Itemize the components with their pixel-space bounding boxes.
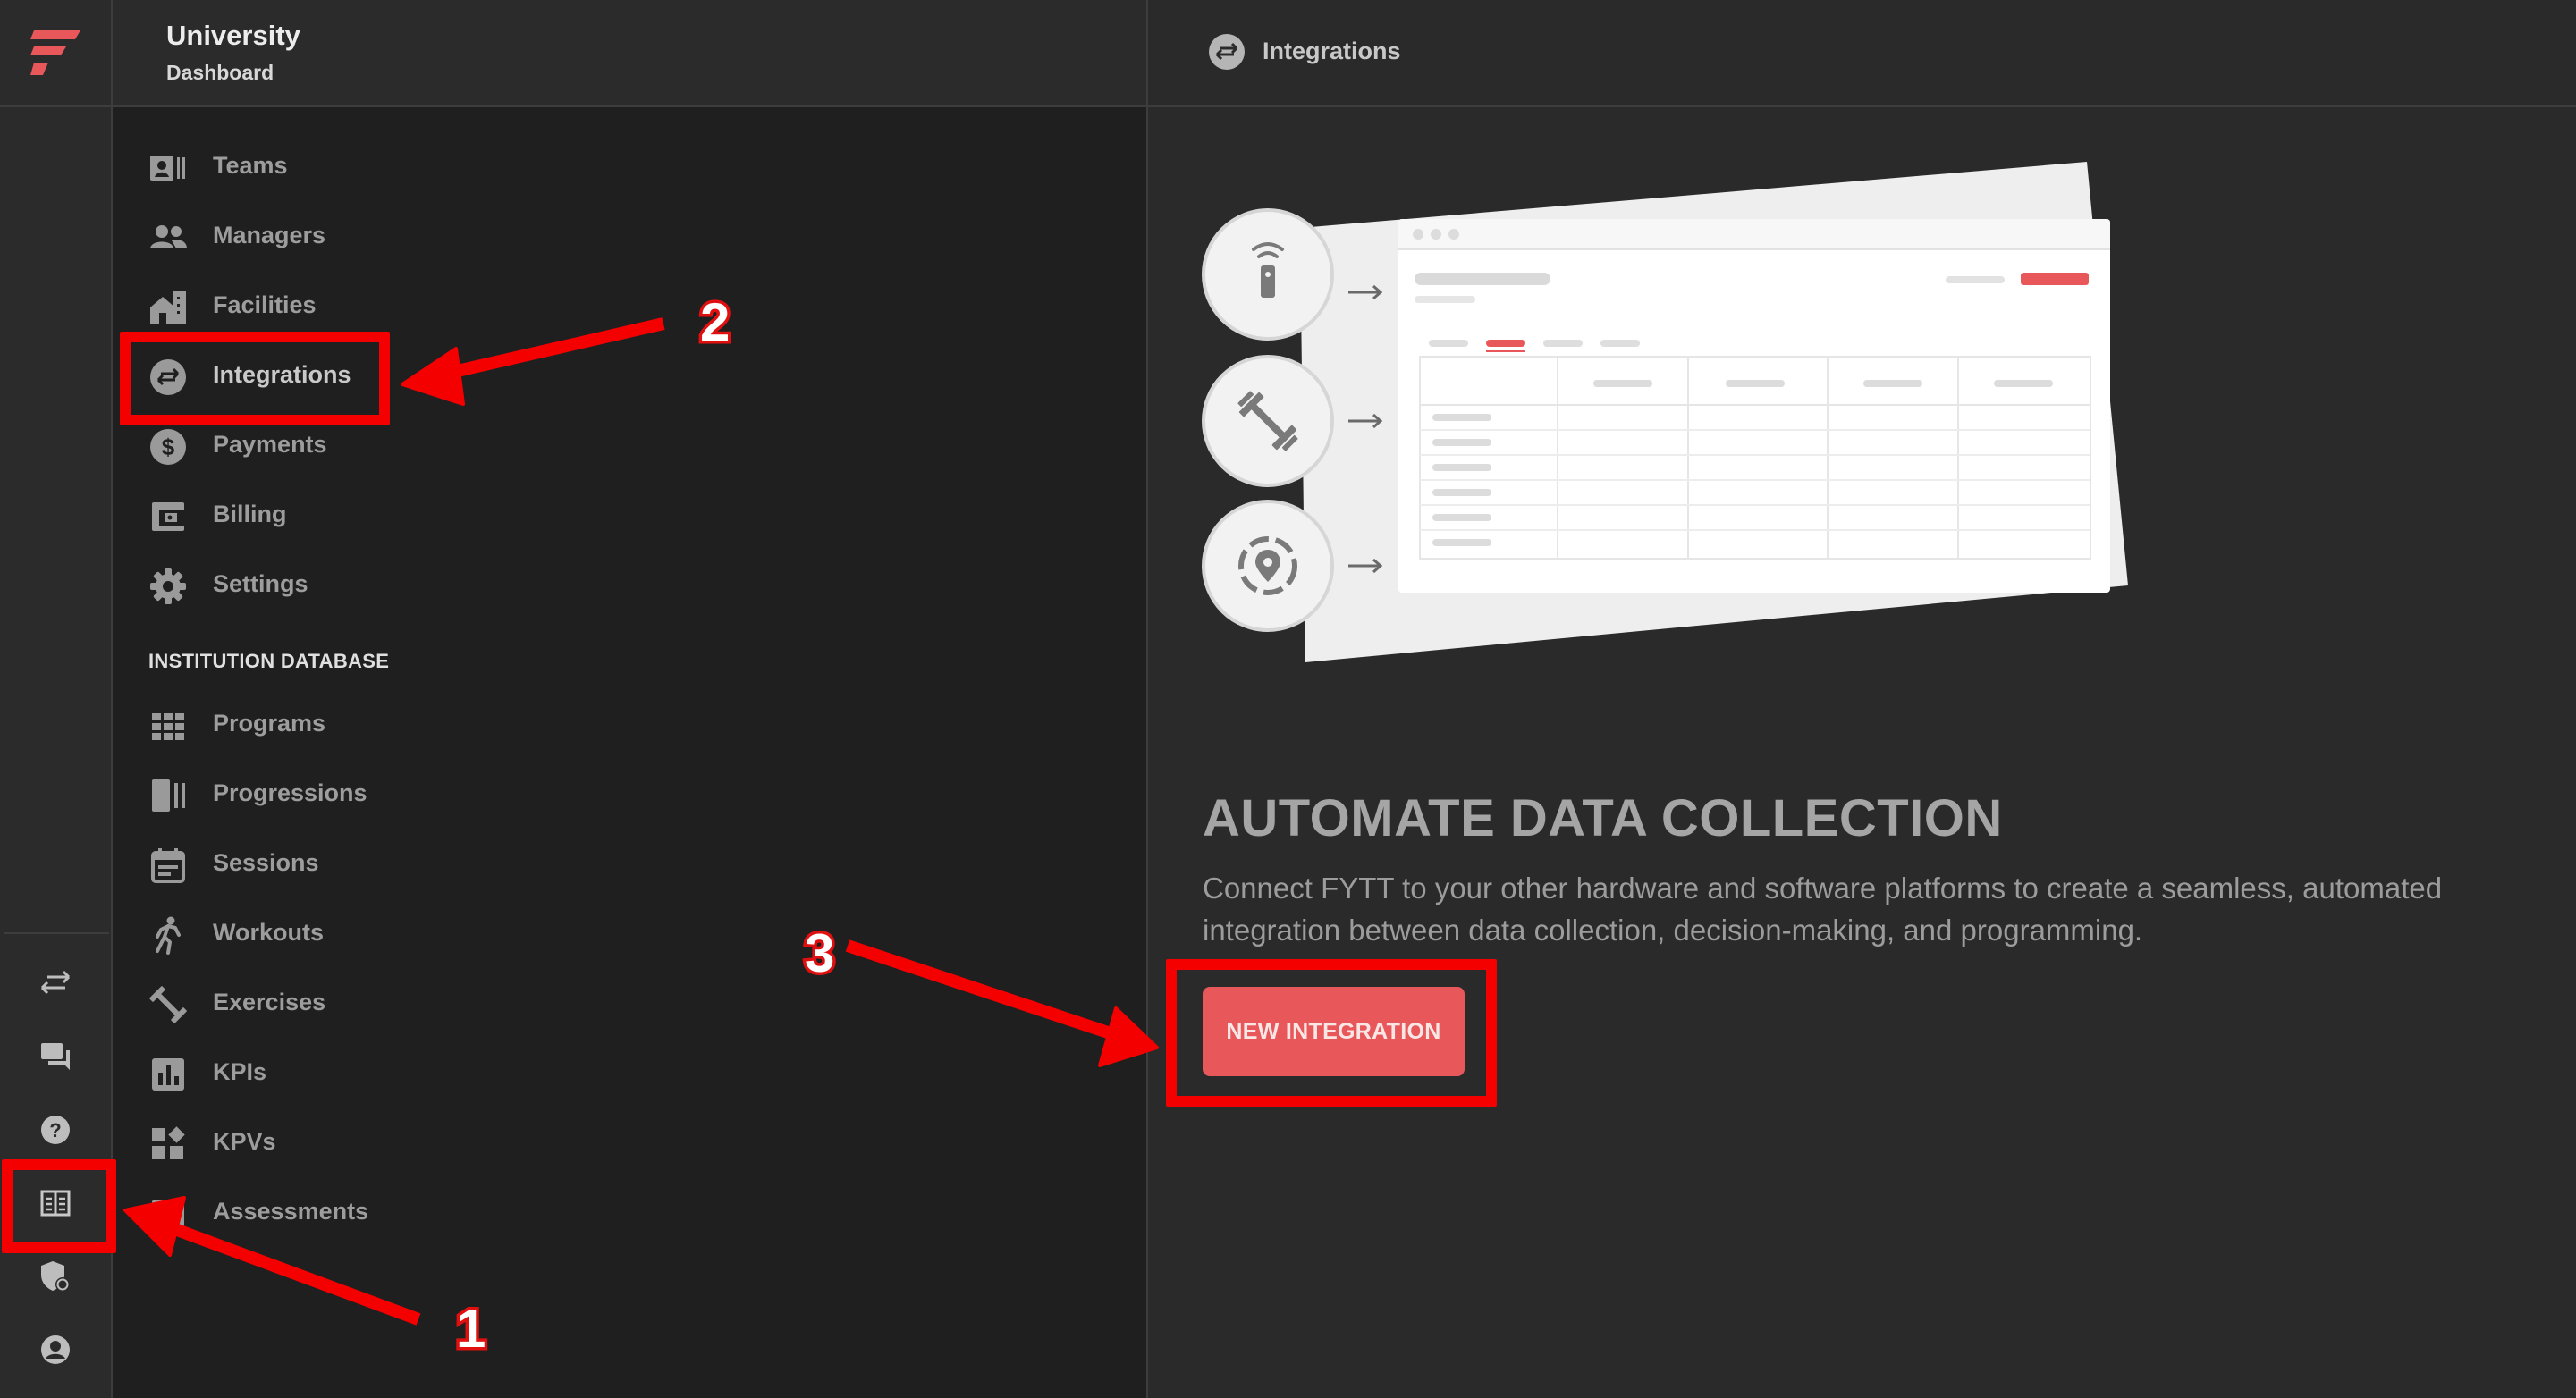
- annotation-step-1: 1: [452, 1296, 488, 1362]
- annotation-arrows: [123, 317, 1159, 1326]
- annotation-step-3: 3: [801, 921, 837, 987]
- annotation-step-2: 2: [697, 290, 732, 356]
